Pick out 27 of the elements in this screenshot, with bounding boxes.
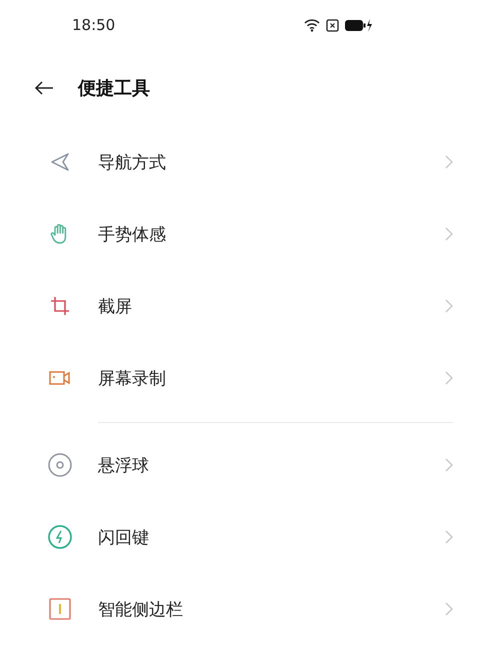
back-arrow-icon: [34, 81, 54, 95]
chevron-right-icon: [445, 530, 453, 544]
settings-item[interactable]: 闪回键: [98, 526, 445, 548]
triangle-icon: [50, 152, 70, 172]
battery-charging-icon: [345, 18, 373, 32]
settings-item[interactable]: 手势体感: [98, 222, 445, 246]
page-title: 便捷工具: [78, 77, 150, 100]
chevron-right-icon: [445, 458, 453, 472]
crop-icon: [50, 296, 70, 316]
bolt-circle-icon: [48, 525, 72, 549]
circle-dot-icon: [48, 453, 72, 477]
back-button[interactable]: [34, 81, 54, 95]
video-camera-icon: [49, 370, 71, 386]
chevron-right-icon: [445, 155, 453, 169]
chevron-right-icon: [445, 602, 453, 616]
wifi-icon: [304, 18, 320, 32]
settings-item[interactable]: 截屏: [98, 294, 445, 318]
status-time: 18:50: [72, 16, 116, 34]
chevron-right-icon: [445, 371, 453, 385]
sidebar-icon: [49, 598, 71, 620]
settings-item[interactable]: 智能侧边栏: [98, 598, 445, 620]
chevron-right-icon: [445, 227, 453, 241]
sim-icon: [326, 18, 339, 32]
settings-item[interactable]: 导航方式: [98, 150, 445, 174]
settings-item[interactable]: 屏幕录制: [98, 366, 445, 390]
chevron-right-icon: [445, 299, 453, 313]
settings-item[interactable]: 悬浮球: [98, 454, 445, 476]
